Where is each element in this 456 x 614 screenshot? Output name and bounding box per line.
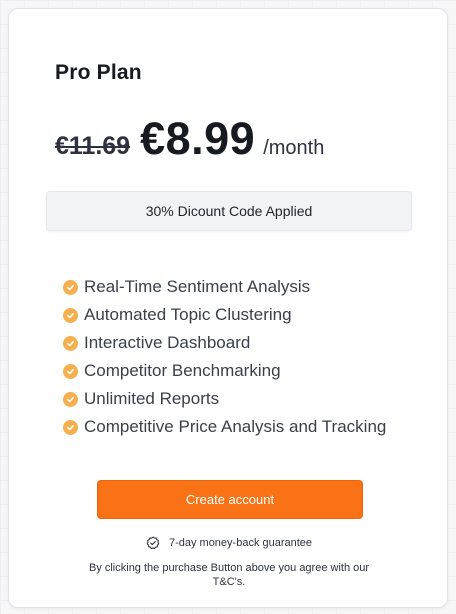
check-circle-icon <box>63 279 78 295</box>
old-price: €11.69 <box>55 132 131 160</box>
terms-link[interactable]: T&C's <box>213 576 243 588</box>
price-row: €11.69 €8.99 /month <box>55 113 324 165</box>
badge-check-icon <box>146 536 160 550</box>
feature-label: Unlimited Reports <box>84 389 220 408</box>
feature-item: Unlimited Reports <box>63 385 386 413</box>
terms-suffix: . <box>242 576 246 588</box>
feature-list: Real-Time Sentiment Analysis Automated T… <box>63 273 386 441</box>
check-circle-icon <box>63 391 78 407</box>
feature-label: Interactive Dashboard <box>84 333 251 352</box>
discount-banner: 30% Dicount Code Applied <box>46 191 412 231</box>
discount-label: 30% Dicount Code Applied <box>145 203 313 219</box>
plan-title: Pro Plan <box>55 61 142 84</box>
check-circle-icon <box>63 363 78 379</box>
feature-item: Real-Time Sentiment Analysis <box>63 273 386 301</box>
feature-item: Competitor Benchmarking <box>63 357 386 385</box>
feature-label: Competitor Benchmarking <box>84 361 281 380</box>
billing-period: /month <box>263 137 325 159</box>
feature-label: Competitive Price Analysis and Tracking <box>84 417 387 436</box>
create-account-button[interactable]: Create account <box>97 480 363 519</box>
check-circle-icon <box>63 419 78 435</box>
terms-note: By clicking the purchase Button above yo… <box>79 561 379 589</box>
feature-label: Real-Time Sentiment Analysis <box>84 277 311 296</box>
feature-item: Competitive Price Analysis and Tracking <box>63 413 386 441</box>
feature-item: Automated Topic Clustering <box>63 301 386 329</box>
terms-text: By clicking the purchase Button above yo… <box>88 562 370 574</box>
new-price: €8.99 <box>140 113 256 164</box>
check-circle-icon <box>63 335 78 351</box>
guarantee-text: 7-day money-back guarantee <box>168 537 313 549</box>
feature-item: Interactive Dashboard <box>63 329 386 357</box>
pricing-card: Pro Plan €11.69 €8.99 /month 30% Dicount… <box>8 8 448 608</box>
check-circle-icon <box>63 307 78 323</box>
feature-label: Automated Topic Clustering <box>84 305 292 324</box>
guarantee-row: 7-day money-back guarantee <box>9 536 449 550</box>
